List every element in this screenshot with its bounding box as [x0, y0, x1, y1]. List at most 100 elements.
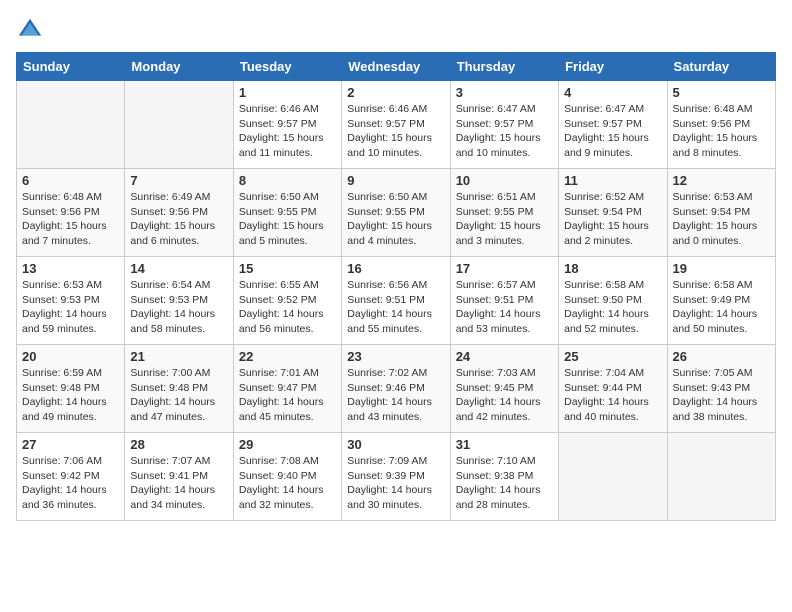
- weekday-header-sunday: Sunday: [17, 53, 125, 81]
- day-info: Sunrise: 6:50 AMSunset: 9:55 PMDaylight:…: [347, 190, 444, 249]
- day-number: 26: [673, 349, 770, 364]
- day-number: 18: [564, 261, 661, 276]
- weekday-header-row: SundayMondayTuesdayWednesdayThursdayFrid…: [17, 53, 776, 81]
- day-info: Sunrise: 7:06 AMSunset: 9:42 PMDaylight:…: [22, 454, 119, 513]
- day-info: Sunrise: 7:10 AMSunset: 9:38 PMDaylight:…: [456, 454, 553, 513]
- day-info: Sunrise: 6:55 AMSunset: 9:52 PMDaylight:…: [239, 278, 336, 337]
- logo: [16, 16, 48, 44]
- calendar-cell: [559, 433, 667, 521]
- weekday-header-tuesday: Tuesday: [233, 53, 341, 81]
- calendar-cell: 29 Sunrise: 7:08 AMSunset: 9:40 PMDayligh…: [233, 433, 341, 521]
- day-info: Sunrise: 6:51 AMSunset: 9:55 PMDaylight:…: [456, 190, 553, 249]
- calendar-cell: 19 Sunrise: 6:58 AMSunset: 9:49 PMDayligh…: [667, 257, 775, 345]
- day-number: 15: [239, 261, 336, 276]
- calendar-cell: 8 Sunrise: 6:50 AMSunset: 9:55 PMDaylight…: [233, 169, 341, 257]
- calendar-cell: [125, 81, 233, 169]
- day-number: 11: [564, 173, 661, 188]
- calendar-cell: 16 Sunrise: 6:56 AMSunset: 9:51 PMDayligh…: [342, 257, 450, 345]
- calendar-cell: 4 Sunrise: 6:47 AMSunset: 9:57 PMDaylight…: [559, 81, 667, 169]
- day-number: 22: [239, 349, 336, 364]
- day-number: 21: [130, 349, 227, 364]
- weekday-header-thursday: Thursday: [450, 53, 558, 81]
- day-number: 23: [347, 349, 444, 364]
- calendar-cell: 10Sunrise: 6:51 AMSunset: 9:55 PMDayligh…: [450, 169, 558, 257]
- day-info: Sunrise: 7:01 AMSunset: 9:47 PMDaylight:…: [239, 366, 336, 425]
- calendar-cell: 1Sunrise: 6:46 AMSunset: 9:57 PMDaylight…: [233, 81, 341, 169]
- calendar-week-1: 1 Sunrise: 6:46 AMSunset: 9:57 PMDaylight…: [17, 81, 776, 169]
- calendar-cell: 18 Sunrise: 6:58 AMSunset: 9:50 PMDayligh…: [559, 257, 667, 345]
- day-number: 25: [564, 349, 661, 364]
- calendar-cell: 20 Sunrise: 6:59 AMSunset: 9:48 PMDayligh…: [17, 345, 125, 433]
- calendar-cell: 9Sunrise: 6:50 AMSunset: 9:55 PMDaylight…: [342, 169, 450, 257]
- day-number: 17: [456, 261, 553, 276]
- day-info: Sunrise: 6:59 AMSunset: 9:48 PMDaylight:…: [22, 366, 119, 425]
- day-number: 6: [22, 173, 119, 188]
- calendar-cell: 25 Sunrise: 7:04 AMSunset: 9:44 PMDayligh…: [559, 345, 667, 433]
- calendar-cell: 22 Sunrise: 7:01 AMSunset: 9:47 PMDayligh…: [233, 345, 341, 433]
- calendar-cell: 13Sunrise: 6:53 AMSunset: 9:53 PMDayligh…: [17, 257, 125, 345]
- day-info: Sunrise: 7:08 AMSunset: 9:40 PMDaylight:…: [239, 454, 336, 513]
- calendar-cell: 2 Sunrise: 6:46 AMSunset: 9:57 PMDaylight…: [342, 81, 450, 169]
- day-number: 1: [239, 85, 336, 100]
- day-info: Sunrise: 6:50 AMSunset: 9:55 PMDaylight:…: [239, 190, 336, 249]
- day-info: Sunrise: 7:03 AMSunset: 9:45 PMDaylight:…: [456, 366, 553, 425]
- day-info: Sunrise: 7:09 AMSunset: 9:39 PMDaylight:…: [347, 454, 444, 513]
- calendar-cell: 28 Sunrise: 7:07 AMSunset: 9:41 PMDayligh…: [125, 433, 233, 521]
- day-info: Sunrise: 6:48 AMSunset: 9:56 PMDaylight:…: [673, 102, 770, 161]
- calendar-cell: 23Sunrise: 7:02 AMSunset: 9:46 PMDayligh…: [342, 345, 450, 433]
- calendar-cell: 24Sunrise: 7:03 AMSunset: 9:45 PMDayligh…: [450, 345, 558, 433]
- day-info: Sunrise: 6:56 AMSunset: 9:51 PMDaylight:…: [347, 278, 444, 337]
- day-number: 2: [347, 85, 444, 100]
- day-info: Sunrise: 7:00 AMSunset: 9:48 PMDaylight:…: [130, 366, 227, 425]
- calendar-week-2: 6 Sunrise: 6:48 AMSunset: 9:56 PMDaylight…: [17, 169, 776, 257]
- calendar-cell: 21 Sunrise: 7:00 AMSunset: 9:48 PMDayligh…: [125, 345, 233, 433]
- calendar-cell: 17 Sunrise: 6:57 AMSunset: 9:51 PMDayligh…: [450, 257, 558, 345]
- weekday-header-friday: Friday: [559, 53, 667, 81]
- calendar-cell: 6 Sunrise: 6:48 AMSunset: 9:56 PMDaylight…: [17, 169, 125, 257]
- calendar-cell: 30Sunrise: 7:09 AMSunset: 9:39 PMDayligh…: [342, 433, 450, 521]
- calendar-cell: 5 Sunrise: 6:48 AMSunset: 9:56 PMDaylight…: [667, 81, 775, 169]
- calendar-week-3: 13Sunrise: 6:53 AMSunset: 9:53 PMDayligh…: [17, 257, 776, 345]
- logo-icon: [16, 16, 44, 44]
- day-number: 31: [456, 437, 553, 452]
- calendar-cell: 11 Sunrise: 6:52 AMSunset: 9:54 PMDayligh…: [559, 169, 667, 257]
- calendar-cell: 12Sunrise: 6:53 AMSunset: 9:54 PMDayligh…: [667, 169, 775, 257]
- day-number: 16: [347, 261, 444, 276]
- calendar-cell: [17, 81, 125, 169]
- calendar-cell: 27 Sunrise: 7:06 AMSunset: 9:42 PMDayligh…: [17, 433, 125, 521]
- weekday-header-saturday: Saturday: [667, 53, 775, 81]
- day-info: Sunrise: 6:47 AMSunset: 9:57 PMDaylight:…: [456, 102, 553, 161]
- day-number: 20: [22, 349, 119, 364]
- calendar-cell: 3 Sunrise: 6:47 AMSunset: 9:57 PMDaylight…: [450, 81, 558, 169]
- calendar-table: SundayMondayTuesdayWednesdayThursdayFrid…: [16, 52, 776, 521]
- day-number: 8: [239, 173, 336, 188]
- calendar-cell: 26 Sunrise: 7:05 AMSunset: 9:43 PMDayligh…: [667, 345, 775, 433]
- calendar-cell: 31 Sunrise: 7:10 AMSunset: 9:38 PMDayligh…: [450, 433, 558, 521]
- day-number: 19: [673, 261, 770, 276]
- day-info: Sunrise: 6:53 AMSunset: 9:54 PMDaylight:…: [673, 190, 770, 249]
- day-number: 3: [456, 85, 553, 100]
- day-info: Sunrise: 7:05 AMSunset: 9:43 PMDaylight:…: [673, 366, 770, 425]
- day-info: Sunrise: 7:07 AMSunset: 9:41 PMDaylight:…: [130, 454, 227, 513]
- day-number: 28: [130, 437, 227, 452]
- calendar-cell: 7Sunrise: 6:49 AMSunset: 9:56 PMDaylight…: [125, 169, 233, 257]
- day-info: Sunrise: 6:53 AMSunset: 9:53 PMDaylight:…: [22, 278, 119, 337]
- calendar-cell: [667, 433, 775, 521]
- day-number: 29: [239, 437, 336, 452]
- calendar-cell: 14Sunrise: 6:54 AMSunset: 9:53 PMDayligh…: [125, 257, 233, 345]
- day-number: 27: [22, 437, 119, 452]
- day-info: Sunrise: 7:04 AMSunset: 9:44 PMDaylight:…: [564, 366, 661, 425]
- day-info: Sunrise: 6:48 AMSunset: 9:56 PMDaylight:…: [22, 190, 119, 249]
- calendar-week-4: 20 Sunrise: 6:59 AMSunset: 9:48 PMDayligh…: [17, 345, 776, 433]
- day-info: Sunrise: 6:57 AMSunset: 9:51 PMDaylight:…: [456, 278, 553, 337]
- day-info: Sunrise: 6:58 AMSunset: 9:49 PMDaylight:…: [673, 278, 770, 337]
- day-info: Sunrise: 6:47 AMSunset: 9:57 PMDaylight:…: [564, 102, 661, 161]
- day-info: Sunrise: 6:46 AMSunset: 9:57 PMDaylight:…: [347, 102, 444, 161]
- day-info: Sunrise: 6:58 AMSunset: 9:50 PMDaylight:…: [564, 278, 661, 337]
- calendar-week-5: 27 Sunrise: 7:06 AMSunset: 9:42 PMDayligh…: [17, 433, 776, 521]
- weekday-header-wednesday: Wednesday: [342, 53, 450, 81]
- day-number: 14: [130, 261, 227, 276]
- day-info: Sunrise: 6:52 AMSunset: 9:54 PMDaylight:…: [564, 190, 661, 249]
- day-number: 5: [673, 85, 770, 100]
- day-number: 4: [564, 85, 661, 100]
